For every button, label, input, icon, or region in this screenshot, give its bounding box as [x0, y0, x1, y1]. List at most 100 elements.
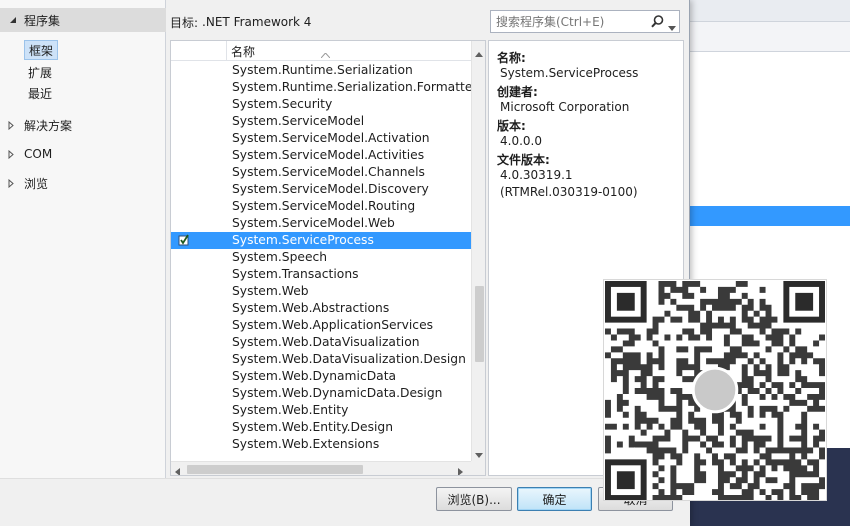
assembly-name: System.ServiceModel.Activities: [232, 148, 425, 162]
collapsed-triangle-icon: [8, 120, 18, 130]
detail-file-version-value: 4.0.30319.1: [500, 168, 573, 182]
target-value: .NET Framework 4: [202, 15, 312, 29]
nav-pane: 程序集 框架 扩展 最近 解决方案 COM 浏览: [0, 0, 166, 478]
detail-creator-label: 创建者:: [497, 85, 538, 99]
assembly-name: System.Web.DataVisualization.Design: [232, 352, 466, 366]
assembly-name: System.Web.ApplicationServices: [232, 318, 434, 332]
list-row[interactable]: System.ServiceProcess: [171, 232, 471, 249]
qr-finder-pattern: [605, 280, 647, 323]
add-reference-dialog: 程序集 框架 扩展 最近 解决方案 COM 浏览 目标: .NET Framew…: [0, 0, 690, 526]
vertical-scrollbar[interactable]: [471, 41, 485, 461]
vertical-scroll-thumb[interactable]: [475, 286, 484, 362]
assembly-name: System.ServiceModel.Channels: [232, 165, 425, 179]
nav-item-framework[interactable]: 框架: [24, 40, 59, 60]
horizontal-scroll-thumb[interactable]: [187, 465, 363, 474]
assembly-reference-icon: [177, 233, 191, 247]
detail-version-value: 4.0.0.0: [500, 134, 542, 148]
assembly-name: System.Web.Entity.Design: [232, 420, 393, 434]
collapsed-triangle-icon: [8, 178, 18, 188]
nav-item-label: 框架: [29, 43, 54, 58]
search-dropdown-icon[interactable]: [668, 20, 676, 31]
list-row[interactable]: System.Security: [171, 96, 471, 113]
assembly-name: System.Web.Entity: [232, 403, 349, 417]
detail-name-value: System.ServiceProcess: [500, 66, 639, 80]
search-icon[interactable]: [650, 14, 665, 29]
dialog-footer: 浏览(B)... 确定 取消: [0, 478, 690, 526]
list-row[interactable]: System.Transactions: [171, 266, 471, 283]
list-row[interactable]: System.Web.Entity.Design: [171, 419, 471, 436]
list-row[interactable]: System.ServiceModel: [171, 113, 471, 130]
nav-group-label: 浏览: [24, 176, 49, 191]
scroll-left-icon[interactable]: [175, 465, 180, 475]
assembly-name: System.ServiceProcess: [232, 233, 374, 247]
nav-group-solution[interactable]: 解决方案: [8, 114, 72, 136]
search-box[interactable]: [490, 10, 680, 33]
list-row[interactable]: System.Web.DataVisualization.Design: [171, 351, 471, 368]
list-row[interactable]: System.ServiceModel.Discovery: [171, 181, 471, 198]
target-label: 目标:: [170, 15, 199, 30]
list-row[interactable]: System.Web: [171, 283, 471, 300]
detail-version-label: 版本:: [497, 119, 526, 133]
list-row[interactable]: System.ServiceModel.Channels: [171, 164, 471, 181]
detail-creator-value: Microsoft Corporation: [500, 100, 630, 114]
assembly-name: System.Web.Extensions: [232, 437, 380, 451]
horizontal-scrollbar[interactable]: [171, 461, 471, 475]
list-rows: System.Runtime.Serialization System.Runti…: [171, 61, 471, 461]
scroll-right-icon[interactable]: [458, 465, 463, 475]
assembly-name: System.ServiceModel.Activation: [232, 131, 430, 145]
assembly-name: System.Web.DynamicData.Design: [232, 386, 443, 400]
background-toolbar: [688, 22, 850, 52]
nav-group-com[interactable]: COM: [8, 143, 52, 165]
search-input[interactable]: [491, 11, 641, 32]
nav-item-recent[interactable]: 最近: [24, 83, 56, 103]
list-header: 名称: [171, 41, 471, 61]
list-row[interactable]: System.Web.DataVisualization: [171, 334, 471, 351]
assembly-name: System.Transactions: [232, 267, 359, 281]
qr-code-graphic: [605, 280, 825, 500]
collapsed-triangle-icon: [8, 149, 18, 159]
background-selected-row: [688, 206, 850, 226]
assembly-name: System.ServiceModel.Web: [232, 216, 395, 230]
list-row[interactable]: System.ServiceModel.Routing: [171, 198, 471, 215]
nav-group-browse[interactable]: 浏览: [8, 172, 48, 194]
assembly-name: System.Security: [232, 97, 333, 111]
ok-button[interactable]: 确定: [517, 487, 592, 511]
assembly-name: System.Runtime.Serialization.Formatters.…: [232, 80, 471, 94]
nav-item-extensions[interactable]: 扩展: [24, 62, 56, 82]
list-row[interactable]: System.Web.DynamicData: [171, 368, 471, 385]
assembly-list: 名称 System.Runtime.Serialization System.Ru…: [170, 40, 486, 476]
qr-logo-badge: [691, 366, 739, 414]
detail-file-version-build: (RTMRel.030319-0100): [500, 185, 638, 199]
background-title-bar: [688, 0, 850, 22]
list-row[interactable]: System.ServiceModel.Web: [171, 215, 471, 232]
scrollbar-corner: [471, 461, 485, 475]
list-row[interactable]: System.Web.Abstractions: [171, 300, 471, 317]
assembly-name: System.Web: [232, 284, 309, 298]
assembly-name: System.Web.Abstractions: [232, 301, 390, 315]
scroll-down-icon[interactable]: [475, 447, 483, 458]
browse-button[interactable]: 浏览(B)...: [436, 487, 512, 511]
assembly-name: System.Web.DataVisualization: [232, 335, 420, 349]
column-header-name[interactable]: 名称: [231, 43, 255, 60]
scroll-up-icon[interactable]: [475, 46, 483, 57]
list-row[interactable]: System.Web.Extensions: [171, 436, 471, 453]
nav-item-label: 扩展: [28, 65, 53, 80]
sort-ascending-icon: [320, 47, 331, 59]
list-row[interactable]: System.Runtime.Serialization.Formatters.…: [171, 79, 471, 96]
nav-item-label: 最近: [28, 86, 53, 101]
list-row[interactable]: System.ServiceModel.Activities: [171, 147, 471, 164]
list-row[interactable]: System.ServiceModel.Activation: [171, 130, 471, 147]
list-row[interactable]: System.Web.DynamicData.Design: [171, 385, 471, 402]
list-row[interactable]: System.Speech: [171, 249, 471, 266]
nav-header-assemblies[interactable]: 程序集: [0, 8, 166, 32]
list-row[interactable]: System.Runtime.Serialization: [171, 62, 471, 79]
nav-header-label: 程序集: [24, 13, 61, 28]
list-row[interactable]: System.Web.Entity: [171, 402, 471, 419]
nav-group-label: 解决方案: [24, 118, 73, 133]
assembly-name: System.Speech: [232, 250, 328, 264]
nav-group-label: COM: [24, 147, 53, 161]
assembly-name: System.Web.DynamicData: [232, 369, 397, 383]
detail-name-label: 名称:: [497, 51, 526, 65]
list-row[interactable]: System.Web.ApplicationServices: [171, 317, 471, 334]
column-header-check[interactable]: [171, 41, 227, 61]
